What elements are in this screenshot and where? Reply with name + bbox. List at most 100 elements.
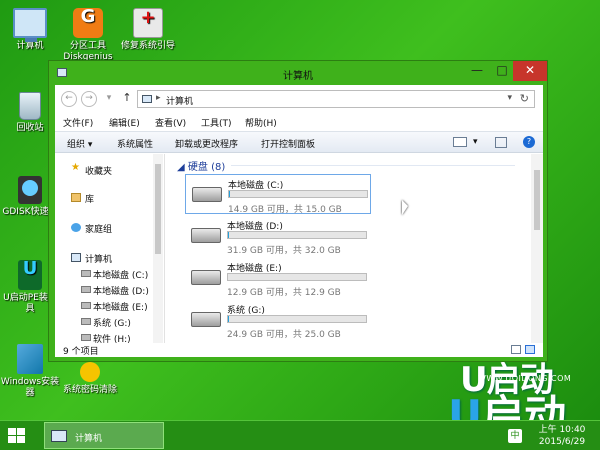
drive-usage-fill xyxy=(229,191,231,197)
desktop-icon-diskgenius[interactable]: G 分区工具Diskgenius xyxy=(58,8,118,63)
drive-space-info: 31.9 GB 可用，共 32.0 GB xyxy=(227,246,341,256)
drive-tile-g[interactable]: 系统 (G:) 24.9 GB 可用，共 25.0 GB xyxy=(185,300,371,340)
windows-installer-icon xyxy=(17,344,43,374)
nav-item-favorites[interactable]: ★ 收藏夹 xyxy=(55,162,164,178)
open-control-panel-button[interactable]: 打开控制面板 xyxy=(261,137,315,150)
nav-item-drive-e[interactable]: 本地磁盘 (E:) xyxy=(55,298,164,314)
view-options-icon[interactable] xyxy=(453,137,467,147)
menu-help[interactable]: 帮助(H) xyxy=(245,116,277,129)
up-button[interactable]: ↑ xyxy=(119,91,135,107)
content-pane: ◢ 硬盘 (8) 本地磁盘 (C:) 14.9 GB 可用，共 15.0 GB … xyxy=(167,154,543,343)
homegroup-icon xyxy=(71,223,81,232)
menu-edit[interactable]: 编辑(E) xyxy=(109,116,140,129)
content-scrollbar[interactable] xyxy=(531,154,543,343)
drive-space-info: 24.9 GB 可用，共 25.0 GB xyxy=(227,330,341,340)
nav-item-label: 软件 (H:) xyxy=(93,335,131,343)
library-icon xyxy=(71,193,81,202)
drive-tile-c[interactable]: 本地磁盘 (C:) 14.9 GB 可用，共 15.0 GB xyxy=(185,174,371,215)
desktop-icon-repair[interactable]: + 修复系统引导 xyxy=(118,8,178,52)
computer-icon xyxy=(51,430,67,442)
scrollbar-thumb[interactable] xyxy=(155,164,161,254)
menu-view[interactable]: 查看(V) xyxy=(155,116,186,129)
desktop-icon-computer[interactable]: 计算机 xyxy=(0,8,60,52)
upe-icon: U xyxy=(18,260,42,290)
menu-bar: 文件(F) 编辑(E) 查看(V) 工具(T) 帮助(H) xyxy=(55,113,543,129)
chevron-down-icon[interactable]: ▾ xyxy=(473,137,478,147)
nav-item-libraries[interactable]: 库 xyxy=(55,190,164,206)
desktop-icon-label: 修复系统引导 xyxy=(120,41,175,51)
repair-icon: + xyxy=(133,8,163,38)
drive-icon xyxy=(191,270,221,285)
clock[interactable]: 上午 10:40 2015/6/29 xyxy=(536,424,588,448)
nav-item-drive-h[interactable]: 软件 (H:) xyxy=(55,330,164,343)
nav-item-homegroup[interactable]: 家庭组 xyxy=(55,220,164,236)
desktop-icon-label: Windows安装器 xyxy=(0,377,60,398)
drive-icon xyxy=(81,270,91,277)
address-bar[interactable]: ▸ 计算机 ▾ ↻ xyxy=(137,90,535,108)
desktop-icon-password-clear[interactable]: 系统密码清除 xyxy=(60,356,120,396)
input-language-icon[interactable]: 中 xyxy=(508,429,522,443)
drive-icon xyxy=(192,187,222,202)
computer-icon xyxy=(71,253,81,262)
scrollbar-thumb[interactable] xyxy=(534,170,540,230)
nav-item-drive-d[interactable]: 本地磁盘 (D:) xyxy=(55,282,164,298)
organize-button[interactable]: 组织 ▾ xyxy=(67,137,92,150)
drive-usage-bar xyxy=(227,273,367,281)
maximize-button[interactable]: □ xyxy=(491,61,513,81)
collapse-icon[interactable]: ◢ xyxy=(177,162,185,173)
status-bar: 9 个项目 xyxy=(55,343,543,357)
drive-tile-e[interactable]: 本地磁盘 (E:) 12.9 GB 可用，共 12.9 GB xyxy=(185,258,371,298)
mouse-cursor-icon xyxy=(402,200,408,215)
taskbar-item-computer[interactable]: 计算机 xyxy=(44,422,164,449)
system-properties-button[interactable]: 系统属性 xyxy=(117,137,153,150)
navigation-pane: ★ 收藏夹 库 家庭组 计算机 本地磁盘 (C:) 本地磁盘 (D:) 本地磁盘… xyxy=(55,154,165,343)
computer-icon xyxy=(142,95,152,103)
nav-item-label: 本地磁盘 (E:) xyxy=(93,303,148,313)
chevron-right-icon[interactable]: ▸ xyxy=(156,93,161,103)
taskbar-item-label: 计算机 xyxy=(75,434,103,444)
drive-usage-bar xyxy=(227,231,367,239)
nav-item-label: 库 xyxy=(85,195,95,205)
uninstall-program-button[interactable]: 卸载或更改程序 xyxy=(175,137,238,150)
nav-item-label: 收藏夹 xyxy=(85,167,113,177)
recent-locations-button[interactable]: ▾ xyxy=(101,92,117,108)
diskgenius-icon: G xyxy=(73,8,103,38)
help-icon[interactable]: ? xyxy=(523,136,535,148)
nav-scrollbar[interactable] xyxy=(153,154,163,343)
nav-item-label: 家庭组 xyxy=(85,225,113,235)
nav-item-label: 系统 (G:) xyxy=(93,319,131,329)
preview-pane-icon[interactable] xyxy=(495,137,507,148)
drive-space-info: 12.9 GB 可用，共 12.9 GB xyxy=(227,288,341,298)
drive-tile-d[interactable]: 本地磁盘 (D:) 31.9 GB 可用，共 32.0 GB xyxy=(185,216,371,256)
nav-item-drive-g[interactable]: 系统 (G:) xyxy=(55,314,164,330)
window-body: ← → ▾ ↑ ▸ 计算机 ▾ ↻ 文件(F) 编辑(E) 查看(V) 工具(T… xyxy=(55,85,543,357)
tiles-view-icon[interactable] xyxy=(525,345,535,354)
address-path[interactable]: 计算机 xyxy=(166,94,193,107)
close-button[interactable]: ✕ xyxy=(513,61,547,81)
nav-item-drive-c[interactable]: 本地磁盘 (C:) xyxy=(55,266,164,282)
drive-icon xyxy=(81,318,91,325)
group-label: 硬盘 (8) xyxy=(187,162,226,173)
title-bar[interactable]: 计算机 — □ ✕ xyxy=(49,61,547,85)
nav-item-computer[interactable]: 计算机 xyxy=(55,250,164,266)
forward-button[interactable]: → xyxy=(81,91,97,107)
drive-usage-fill xyxy=(228,232,230,238)
start-button[interactable] xyxy=(8,428,26,444)
details-view-icon[interactable] xyxy=(511,345,521,354)
chevron-down-icon[interactable]: ▾ xyxy=(507,93,512,103)
group-divider xyxy=(231,165,515,166)
explorer-window[interactable]: 计算机 — □ ✕ ← → ▾ ↑ ▸ 计算机 ▾ ↻ 文件(F) 编辑(E) … xyxy=(48,60,548,362)
menu-file[interactable]: 文件(F) xyxy=(63,116,93,129)
drive-icon xyxy=(81,302,91,309)
group-header-hard-disks[interactable]: ◢ 硬盘 (8) xyxy=(177,158,225,173)
desktop-icon-label: 系统密码清除 xyxy=(62,385,117,395)
menu-tools[interactable]: 工具(T) xyxy=(201,116,232,129)
nav-item-label: 计算机 xyxy=(85,255,113,265)
back-button[interactable]: ← xyxy=(61,91,77,107)
computer-icon xyxy=(13,8,47,42)
address-row: ← → ▾ ↑ ▸ 计算机 ▾ ↻ xyxy=(55,85,543,111)
refresh-icon[interactable]: ↻ xyxy=(520,92,529,105)
minimize-button[interactable]: — xyxy=(463,61,491,81)
key-icon xyxy=(80,362,100,382)
clock-time: 上午 10:40 xyxy=(538,425,586,435)
